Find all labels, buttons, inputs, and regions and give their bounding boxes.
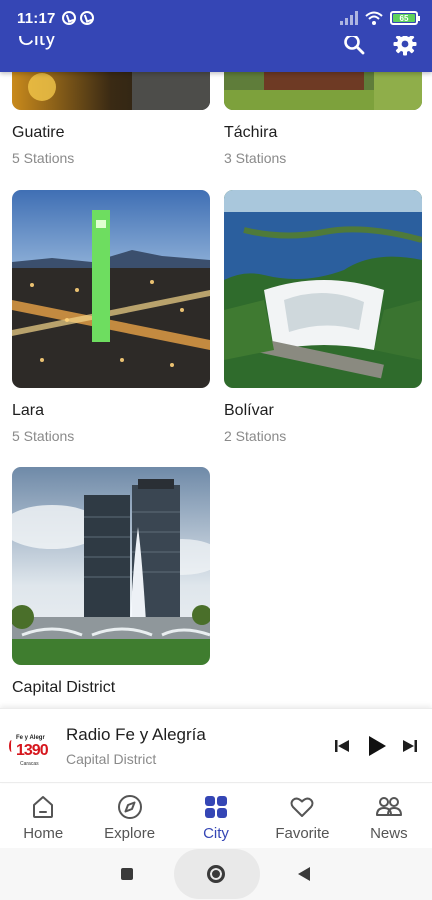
city-image-bolivar — [224, 190, 422, 388]
system-navigation-bar — [0, 848, 432, 900]
now-playing-city: Capital District — [66, 750, 157, 767]
now-playing-bar[interactable]: Fe y Alegr 1390 Caracas Radio Fe y Alegr… — [0, 708, 432, 783]
app-bar: City — [0, 36, 432, 72]
signal-icon — [340, 11, 358, 25]
play-icon[interactable] — [364, 734, 388, 758]
city-card-guatire[interactable]: Guatire 5 Stations — [12, 72, 210, 167]
station-logo: Fe y Alegr 1390 Caracas — [6, 721, 54, 770]
now-playing-info: Radio Fe y Alegría Capital District — [66, 724, 206, 768]
station-count: 5 Stations — [12, 150, 75, 166]
city-card-bolivar[interactable]: Bolívar 2 Stations — [224, 190, 422, 445]
now-playing-station: Radio Fe y Alegría — [66, 724, 206, 744]
city-card-lara[interactable]: Lara 5 Stations — [12, 190, 210, 445]
nav-label: Explore — [104, 825, 156, 842]
player-controls — [334, 734, 418, 758]
city-name: Bolívar — [224, 402, 274, 419]
city-grid[interactable]: Guatire 5 Stations Táchira 3 Stations La… — [0, 72, 432, 708]
status-bar: 11:17 65 — [0, 0, 432, 36]
skip-next-icon[interactable] — [402, 738, 418, 754]
city-image-capital-district — [12, 467, 210, 665]
nav-item-explore[interactable]: Explore — [86, 784, 172, 848]
city-image-lara — [12, 190, 210, 388]
nav-item-favorite[interactable]: Favorite — [259, 784, 345, 848]
status-notification-icons — [61, 11, 94, 25]
grid-icon — [205, 796, 228, 818]
city-card-tachira[interactable]: Táchira 3 Stations — [224, 72, 422, 167]
station-count: 5 Stations — [12, 428, 75, 444]
nav-item-home[interactable]: Home — [0, 784, 86, 848]
city-name: Guatire — [12, 124, 65, 141]
nav-label: News — [370, 825, 408, 842]
back-button[interactable] — [298, 867, 310, 881]
battery-level: 65 — [399, 13, 409, 23]
nav-label: Home — [23, 825, 64, 842]
notification-icon — [79, 11, 94, 25]
search-icon[interactable] — [342, 36, 366, 56]
station-logo-subtext: Caracas — [20, 760, 39, 767]
nav-label: City — [203, 825, 229, 842]
radio-wave-icon — [9, 739, 14, 752]
wifi-icon — [365, 11, 383, 25]
nav-item-news[interactable]: News — [346, 784, 432, 848]
city-image-guatire — [12, 72, 210, 110]
city-card-capital-district[interactable]: Capital District — [12, 467, 210, 704]
status-indicators: 65 — [340, 11, 420, 25]
settings-gear-icon[interactable] — [393, 36, 417, 56]
status-time: 11:17 — [17, 9, 56, 27]
people-icon — [375, 797, 402, 816]
heart-icon — [290, 797, 314, 817]
page-title: City — [18, 36, 56, 50]
city-name: Táchira — [224, 124, 278, 141]
battery-icon: 65 — [390, 11, 420, 25]
city-image-tachira — [224, 72, 422, 110]
skip-previous-icon[interactable] — [334, 738, 350, 754]
nav-item-city[interactable]: City — [173, 784, 259, 848]
notification-icon — [61, 11, 76, 25]
home-button[interactable] — [207, 865, 225, 883]
station-logo-number: 1390 — [16, 741, 49, 759]
city-name: Lara — [12, 402, 45, 419]
station-count: 3 Stations — [224, 150, 287, 166]
station-count: 2 Stations — [224, 428, 287, 444]
home-icon — [33, 796, 54, 818]
nav-label: Favorite — [275, 825, 330, 842]
city-name: Capital District — [12, 679, 116, 696]
recent-apps-button[interactable] — [121, 868, 133, 880]
bottom-navigation: Home Explore City Favorite News — [0, 784, 432, 848]
station-logo-text: Fe y Alegr — [16, 734, 45, 741]
compass-icon — [117, 795, 142, 819]
